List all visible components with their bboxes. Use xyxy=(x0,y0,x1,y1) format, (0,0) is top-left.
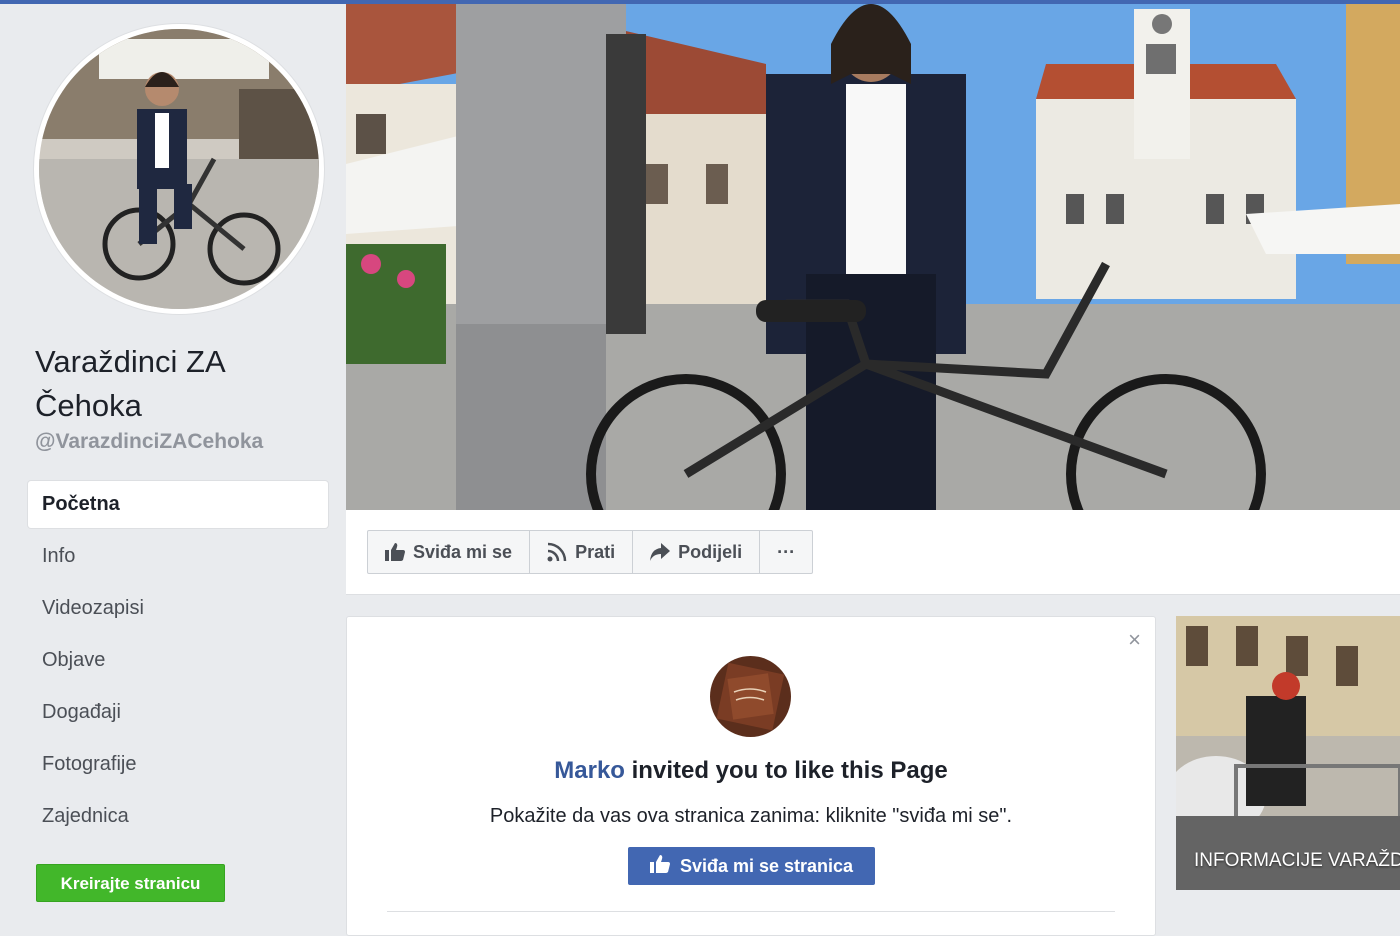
invite-divider xyxy=(387,911,1115,912)
nav-item-pocetna[interactable]: Početna xyxy=(28,481,328,528)
inviter-name-link[interactable]: Marko xyxy=(554,757,625,784)
like-button-label: Sviđa mi se xyxy=(413,541,513,562)
inviter-avatar[interactable] xyxy=(710,656,791,737)
nav-item-objave[interactable]: Objave xyxy=(28,637,328,684)
invite-card: × Marko invited you to like this Page Po… xyxy=(346,616,1156,936)
thumbs-up-icon xyxy=(385,543,405,561)
close-icon[interactable]: × xyxy=(1128,627,1141,653)
share-button[interactable]: Podijeli xyxy=(633,531,761,573)
nav-item-fotografije[interactable]: Fotografije xyxy=(28,741,328,788)
rss-icon xyxy=(547,542,567,562)
more-button[interactable]: ··· xyxy=(760,531,812,573)
info-card-photo xyxy=(1176,616,1400,890)
follow-button[interactable]: Prati xyxy=(530,531,634,573)
invite-message: Marko invited you to like this Page xyxy=(347,757,1155,785)
like-button[interactable]: Sviđa mi se xyxy=(368,531,531,573)
cover-photo-image xyxy=(346,4,1400,510)
nav-item-videozapisi[interactable]: Videozapisi xyxy=(28,585,328,632)
nav-item-info[interactable]: Info xyxy=(28,533,328,580)
nav-item-dogadaji[interactable]: Događaji xyxy=(28,689,328,736)
invite-subtext: Pokažite da vas ova stranica zanima: kli… xyxy=(489,805,1013,827)
more-dots-icon: ··· xyxy=(777,541,796,562)
page-action-bar: Sviđa mi se Prati Podijeli ··· xyxy=(346,510,1400,595)
create-page-button[interactable]: Kreirajte stranicu xyxy=(36,864,225,902)
page-title: Varaždinci ZA Čehoka xyxy=(35,344,224,423)
share-button-label: Podijeli xyxy=(678,541,743,562)
action-button-group: Sviđa mi se Prati Podijeli ··· xyxy=(367,530,814,574)
inviter-avatar-image xyxy=(710,656,791,737)
profile-picture[interactable] xyxy=(34,24,324,314)
cover-photo[interactable] xyxy=(346,4,1400,510)
info-card-label: INFORMACIJE VARAŽD xyxy=(1194,850,1400,871)
invite-text: invited you to like this Page xyxy=(631,757,948,784)
like-page-button[interactable]: Sviđa mi se stranica xyxy=(628,847,875,885)
follow-button-label: Prati xyxy=(575,541,616,562)
thumbs-up-icon xyxy=(649,854,670,878)
profile-photo xyxy=(39,29,319,309)
info-card[interactable]: INFORMACIJE VARAŽD xyxy=(1176,616,1400,890)
share-arrow-icon xyxy=(650,543,671,561)
page-nav: Početna Info Videozapisi Objave Događaji… xyxy=(28,481,328,845)
page-handle[interactable]: @VarazdinciZACehoka xyxy=(35,430,263,454)
nav-item-zajednica[interactable]: Zajednica xyxy=(28,793,328,840)
like-page-button-label: Sviđa mi se stranica xyxy=(679,855,854,876)
